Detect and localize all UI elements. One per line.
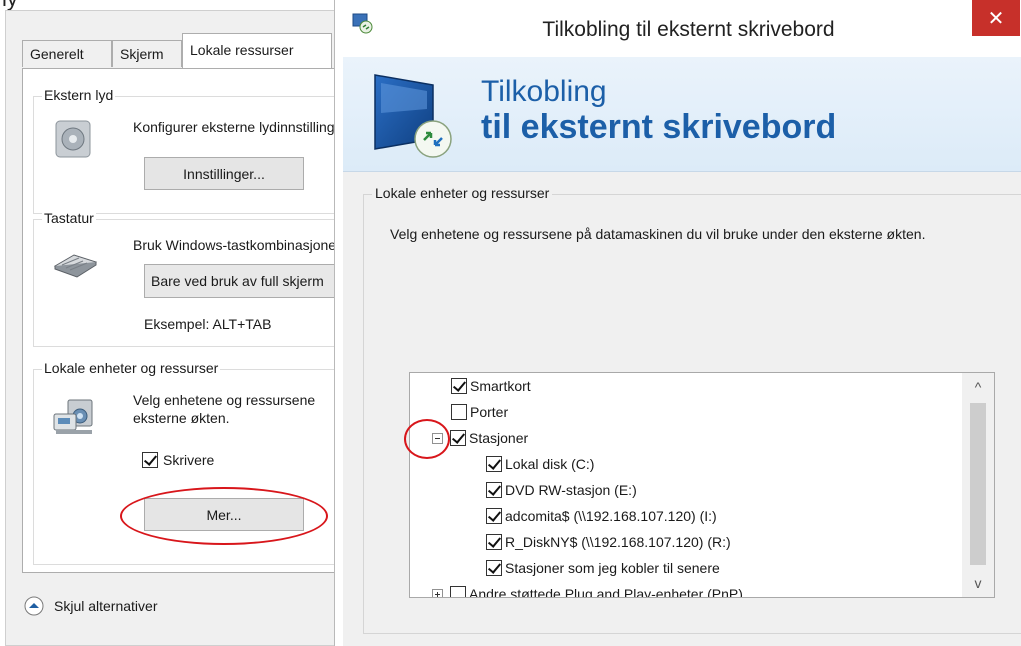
tree-checkbox-dvd-drive[interactable] xyxy=(486,482,502,498)
group-remote-audio: Ekstern lyd Konfigurer eksterne lydinnst… xyxy=(33,87,353,214)
group-keyboard: Tastatur Bruk Windows-tastkombinasjoner:… xyxy=(33,210,354,347)
collapse-up-icon xyxy=(24,596,44,616)
scroll-down-button[interactable]: v xyxy=(962,569,994,597)
tree-checkbox-adcomita-share[interactable] xyxy=(486,508,502,524)
tree-label-pnp-devices: Andre støttede Plug and Play-enheter (Pn… xyxy=(469,586,743,598)
local-devices-groupbox: Lokale enheter og ressurser Velg enheten… xyxy=(363,185,1021,634)
keyboard-example: Eksempel: ALT+TAB xyxy=(144,316,272,332)
tree-label-smartcards: Smartkort xyxy=(470,378,531,394)
tree-label-local-disk: Lokal disk (C:) xyxy=(505,456,595,472)
local-devices-group-title: Lokale enheter og ressurser xyxy=(372,185,553,201)
dialog-title: Tilkobling til eksternt skrivebord xyxy=(542,18,835,41)
hide-options-label: Skjul alternativer xyxy=(54,598,158,614)
tree-checkbox-r-disk-share[interactable] xyxy=(486,534,502,550)
header-banner: Tilkobling til eksternt skrivebord xyxy=(343,57,1021,172)
remote-audio-description: Konfigurer eksterne lydinnstillinger. xyxy=(133,119,351,135)
tree-item-smartcards[interactable]: Smartkort xyxy=(451,373,531,399)
chevron-down-icon: v xyxy=(974,575,982,591)
audio-settings-button[interactable]: Innstillinger... xyxy=(144,157,304,190)
devices-icon xyxy=(53,399,93,434)
tree-scrollbar[interactable]: ^ v xyxy=(962,373,994,597)
banner-title-line2: til eksternt skrivebord xyxy=(481,108,837,146)
local-devices-description-line2: eksterne økten. xyxy=(133,410,230,426)
local-devices-description: Velg enhetene og ressursene på datamaski… xyxy=(390,226,926,242)
tree-label-adcomita-share: adcomita$ (\\192.168.107.120) (I:) xyxy=(505,508,717,524)
close-button[interactable]: ✕ xyxy=(972,0,1020,36)
printers-checkbox[interactable] xyxy=(142,452,158,468)
keyboard-icon xyxy=(53,254,98,278)
tree-item-dvd-drive[interactable]: DVD RW-stasjon (E:) xyxy=(486,477,637,503)
chevron-up-icon: ^ xyxy=(974,379,982,395)
scroll-up-button[interactable]: ^ xyxy=(962,373,994,401)
group-title-local-devices: Lokale enheter og ressurser xyxy=(42,360,221,376)
tree-item-local-disk[interactable]: Lokal disk (C:) xyxy=(486,451,594,477)
tree-checkbox-local-disk[interactable] xyxy=(486,456,502,472)
tree-label-r-disk-share: R_DiskNY$ (\\192.168.107.120) (R:) xyxy=(505,534,731,550)
devices-tree[interactable]: Smartkort Porter Stasjoner Lokal disk (C… xyxy=(409,372,995,598)
tree-checkbox-pnp-devices[interactable] xyxy=(450,586,466,597)
annotation-ellipse-more-button xyxy=(120,487,328,545)
group-title-remote-audio: Ekstern lyd xyxy=(42,87,116,103)
tab-display[interactable]: Skjerm xyxy=(112,40,182,67)
tree-label-later-drives: Stasjoner som jeg kobler til senere xyxy=(505,560,720,576)
banner-title-line1: Tilkobling xyxy=(481,75,607,108)
group-title-keyboard: Tastatur xyxy=(42,210,96,226)
remote-desktop-dialog: Tilkobling til eksternt skrivebord ✕ Til… xyxy=(334,0,1021,646)
scroll-thumb[interactable] xyxy=(970,403,986,565)
tree-checkbox-ports[interactable] xyxy=(451,404,467,420)
tab-general[interactable]: Generelt xyxy=(22,40,112,67)
keyboard-combo-select[interactable]: Bare ved bruk av full skjerm xyxy=(144,264,354,298)
printers-label: Skrivere xyxy=(163,452,215,468)
tree-item-r-disk-share[interactable]: R_DiskNY$ (\\192.168.107.120) (R:) xyxy=(486,529,731,555)
keyboard-description: Bruk Windows-tastkombinasjoner: xyxy=(133,237,345,253)
tree-item-adcomita-share[interactable]: adcomita$ (\\192.168.107.120) (I:) xyxy=(486,503,717,529)
tree-item-later-drives[interactable]: Stasjoner som jeg kobler til senere xyxy=(486,555,720,581)
tree-label-ports: Porter xyxy=(470,404,509,420)
background-dialog: ly Generelt Skjerm Lokale ressurser Ekst… xyxy=(0,0,354,646)
expand-plus-icon[interactable] xyxy=(432,588,443,597)
tree-checkbox-later-drives[interactable] xyxy=(486,560,502,576)
tree-checkbox-smartcards[interactable] xyxy=(451,378,467,394)
tab-local-resources[interactable]: Lokale ressurser xyxy=(182,33,332,69)
hide-options-toggle[interactable]: Skjul alternativer xyxy=(24,596,158,616)
title-bar: Tilkobling til eksternt skrivebord ✕ xyxy=(335,0,1021,57)
close-icon: ✕ xyxy=(987,7,1005,30)
tree-checkbox-drives[interactable] xyxy=(450,430,466,446)
tree-label-dvd-drive: DVD RW-stasjon (E:) xyxy=(505,482,637,498)
tree-item-pnp-devices[interactable]: Andre støttede Plug and Play-enheter (Pn… xyxy=(432,581,743,598)
local-devices-description-line1: Velg enhetene og ressursene xyxy=(133,392,316,408)
speaker-icon xyxy=(55,120,91,158)
dialog-body: Lokale enheter og ressurser Velg enheten… xyxy=(343,172,1021,646)
annotation-ellipse-drives-expander xyxy=(404,419,450,459)
tree-item-ports[interactable]: Porter xyxy=(451,399,508,425)
tree-label-drives: Stasjoner xyxy=(469,430,529,446)
remote-desktop-banner-icon xyxy=(374,74,452,158)
printers-checkbox-row[interactable]: Skrivere xyxy=(142,452,214,468)
